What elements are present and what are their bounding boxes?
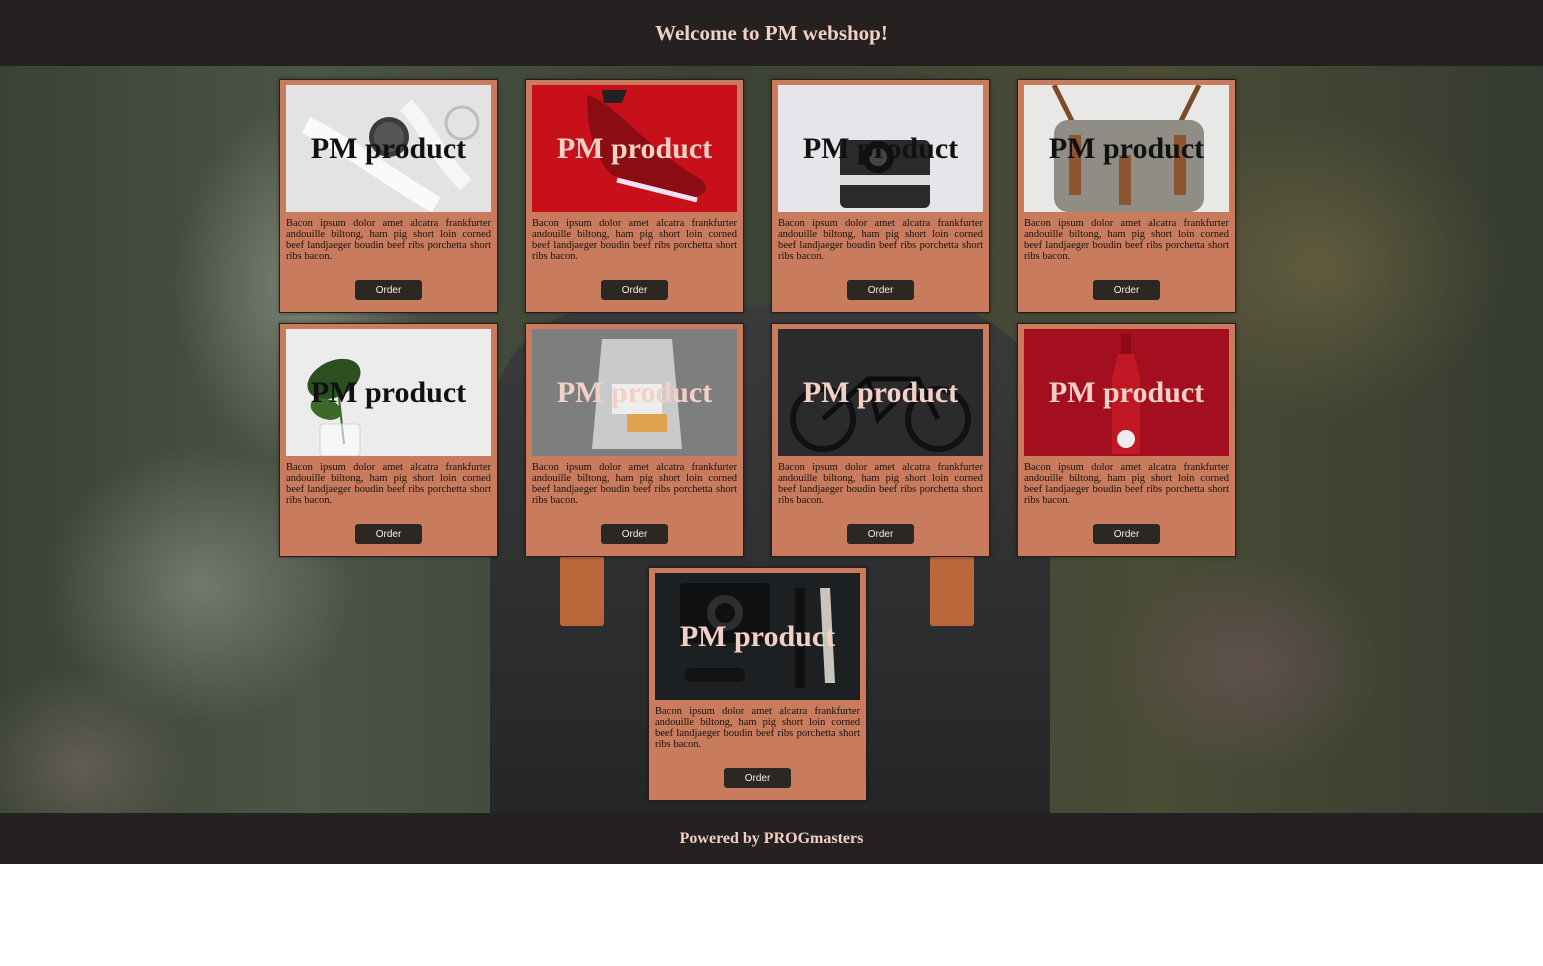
product-card: PM product Bacon ipsum dolor amet alcatr… — [1017, 323, 1236, 557]
product-title: PM product — [310, 131, 467, 165]
product-description: Bacon ipsum dolor amet alcatra frankfurt… — [778, 218, 983, 262]
product-title: PM product — [802, 375, 959, 409]
product-title: PM product — [310, 375, 467, 409]
product-title: PM product — [1048, 131, 1205, 165]
product-title: PM product — [802, 131, 959, 165]
site-header: Welcome to PM webshop! — [0, 0, 1543, 66]
product-image-camera-gear: PM product — [655, 573, 860, 700]
product-title: PM product — [679, 619, 836, 653]
site-footer: Powered by PROGmasters — [0, 813, 1543, 864]
order-button[interactable]: Order — [355, 524, 422, 544]
product-card: PM product Bacon ipsum dolor amet alcatr… — [648, 567, 867, 801]
product-card: PM product Bacon ipsum dolor amet alcatr… — [771, 323, 990, 557]
product-description: Bacon ipsum dolor amet alcatra frankfurt… — [286, 462, 491, 506]
product-area: PM product Bacon ipsum dolor amet alcatr… — [0, 66, 1543, 813]
product-image-canvas-bag: PM product — [1024, 85, 1229, 212]
product-image-smartwatch: PM product — [286, 85, 491, 212]
product-description: Bacon ipsum dolor amet alcatra frankfurt… — [532, 218, 737, 262]
order-button[interactable]: Order — [601, 280, 668, 300]
product-description: Bacon ipsum dolor amet alcatra frankfurt… — [1024, 218, 1229, 262]
page-title: Welcome to PM webshop! — [655, 20, 888, 45]
product-description: Bacon ipsum dolor amet alcatra frankfurt… — [286, 218, 491, 262]
order-button[interactable]: Order — [1093, 280, 1160, 300]
product-image-instant-camera: PM product — [778, 85, 983, 212]
product-title: PM product — [556, 375, 713, 409]
product-title: PM product — [556, 131, 713, 165]
order-button[interactable]: Order — [355, 280, 422, 300]
order-button[interactable]: Order — [601, 524, 668, 544]
product-card: PM product Bacon ipsum dolor amet alcatr… — [525, 323, 744, 557]
product-image-soda-bottle: PM product — [1024, 329, 1229, 456]
product-description: Bacon ipsum dolor amet alcatra frankfurt… — [1024, 462, 1229, 506]
product-card: PM product Bacon ipsum dolor amet alcatr… — [279, 79, 498, 313]
order-button[interactable]: Order — [1093, 524, 1160, 544]
footer-text: Powered by PROGmasters — [679, 829, 864, 847]
product-card: PM product Bacon ipsum dolor amet alcatr… — [525, 79, 744, 313]
product-image-red-sneaker: PM product — [532, 85, 737, 212]
order-button[interactable]: Order — [724, 768, 791, 788]
product-image-bicycle: PM product — [778, 329, 983, 456]
product-card: PM product Bacon ipsum dolor amet alcatr… — [771, 79, 990, 313]
product-card: PM product Bacon ipsum dolor amet alcatr… — [1017, 79, 1236, 313]
product-grid: PM product Bacon ipsum dolor amet alcatr… — [0, 66, 1543, 813]
product-title: PM product — [1048, 375, 1205, 409]
product-description: Bacon ipsum dolor amet alcatra frankfurt… — [778, 462, 983, 506]
product-image-plant-vase: PM product — [286, 329, 491, 456]
order-button[interactable]: Order — [847, 280, 914, 300]
product-card: PM product Bacon ipsum dolor amet alcatr… — [279, 323, 498, 557]
order-button[interactable]: Order — [847, 524, 914, 544]
product-description: Bacon ipsum dolor amet alcatra frankfurt… — [532, 462, 737, 506]
product-image-coffee-bag: PM product — [532, 329, 737, 456]
product-description: Bacon ipsum dolor amet alcatra frankfurt… — [655, 706, 860, 750]
